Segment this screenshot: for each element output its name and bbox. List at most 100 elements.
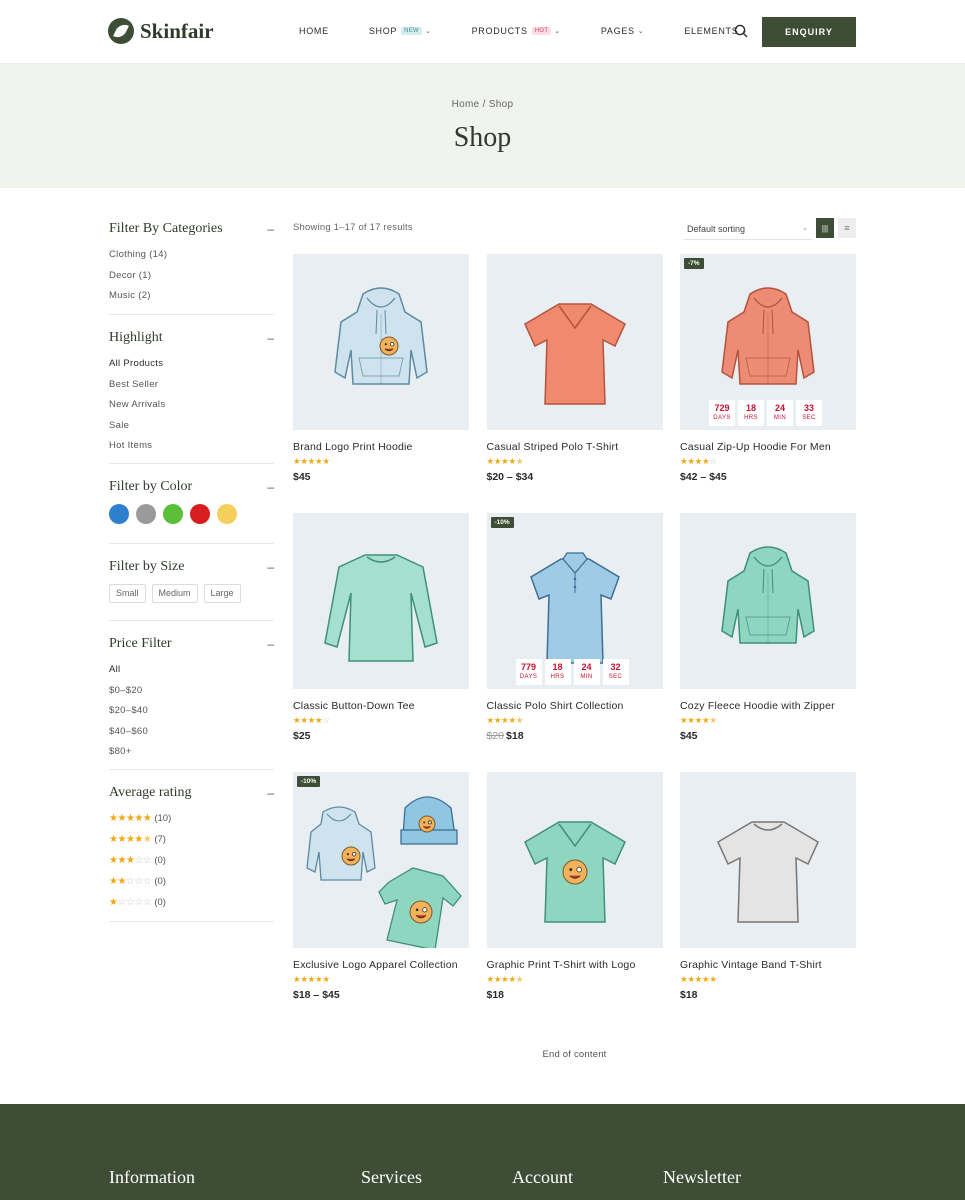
product-price: $20 $18 bbox=[487, 730, 663, 742]
collapse-icon[interactable]: – bbox=[267, 786, 274, 800]
rating-filter-row[interactable]: ★★☆☆☆ (0) bbox=[109, 871, 274, 892]
rating-filter-row[interactable]: ★★★★★ (7) bbox=[109, 829, 274, 850]
new-badge: NEW bbox=[401, 27, 423, 35]
price-link[interactable]: $80+ bbox=[109, 742, 274, 763]
product-card[interactable]: Casual Striped Polo T-Shirt ★★★★★ $20 – $3… bbox=[486, 254, 663, 513]
price-link[interactable]: All bbox=[109, 660, 274, 681]
product-card[interactable]: -7% 729 DAYS 18 HRS 24 MIN 33 SEC Casual Zip-Up H… bbox=[680, 254, 856, 513]
size-option[interactable]: Small bbox=[109, 584, 146, 603]
collapse-icon[interactable]: – bbox=[267, 331, 274, 345]
size-option[interactable]: Medium bbox=[151, 584, 198, 603]
rating-filter-row[interactable]: ★★★☆☆ (0) bbox=[109, 850, 274, 871]
countdown-label: DAYS bbox=[713, 415, 731, 421]
section-title: Filter by Size bbox=[109, 558, 185, 574]
current-price: $18 – $45 bbox=[293, 989, 340, 1001]
nav-item-shop[interactable]: SHOP NEW ⌄ bbox=[369, 26, 432, 36]
product-image-wrap[interactable] bbox=[486, 254, 663, 430]
highlight-link[interactable]: Hot Items bbox=[109, 436, 274, 457]
product-name[interactable]: Exclusive Logo Apparel Collection bbox=[293, 959, 469, 971]
logo[interactable]: Skinfair bbox=[108, 18, 214, 44]
star-rating-icon: ★★☆☆☆ bbox=[109, 876, 152, 887]
product-image-wrap[interactable] bbox=[293, 513, 469, 689]
sort-select[interactable]: Default sorting ⌄ bbox=[684, 218, 812, 240]
breadcrumb[interactable]: Home / Shop bbox=[0, 99, 965, 110]
old-price: $20 bbox=[486, 730, 505, 742]
highlight-link[interactable]: All Products bbox=[109, 354, 274, 375]
star-rating-icon: ★★★★★ bbox=[293, 456, 330, 466]
enquiry-button[interactable]: ENQUIRY bbox=[762, 17, 856, 47]
countdown-label: DAYS bbox=[519, 674, 538, 680]
color-swatch[interactable] bbox=[136, 504, 156, 524]
size-option[interactable]: Large bbox=[203, 584, 241, 603]
price-link[interactable]: $0–$20 bbox=[109, 681, 274, 702]
collapse-icon[interactable]: – bbox=[267, 222, 274, 236]
product-name[interactable]: Cozy Fleece Hoodie with Zipper bbox=[680, 700, 856, 712]
nav-item-home[interactable]: HOME bbox=[299, 26, 329, 36]
product-card[interactable]: -10% 779 DAYS 18 HRS 24 MIN 32 SEC Classic Polo S… bbox=[486, 513, 663, 772]
product-card[interactable]: -10% Exclusive Logo Apparel Collection ★★★… bbox=[293, 772, 469, 1031]
collapse-icon[interactable]: – bbox=[267, 560, 274, 574]
product-card[interactable]: Cozy Fleece Hoodie with Zipper ★★★★★ $45 bbox=[680, 513, 856, 772]
collapse-icon[interactable]: – bbox=[267, 480, 274, 494]
product-card[interactable]: Brand Logo Print Hoodie ★★★★★ $45 bbox=[293, 254, 469, 513]
product-name[interactable]: Casual Striped Polo T-Shirt bbox=[487, 441, 663, 453]
nav-label: PAGES bbox=[600, 26, 635, 36]
countdown-unit: 32 SEC bbox=[602, 659, 629, 685]
rating-filter-row[interactable]: ★★★★★ (10) bbox=[109, 808, 274, 829]
product-image-wrap[interactable] bbox=[486, 772, 663, 948]
product-price: $42 – $45 bbox=[680, 471, 856, 483]
nav-item-pages[interactable]: PAGES ⌄ bbox=[601, 26, 644, 36]
price-link[interactable]: $20–$40 bbox=[109, 701, 274, 722]
list-view-icon: ≡ bbox=[844, 223, 850, 233]
countdown-unit: 24 MIN bbox=[573, 659, 600, 685]
product-image-wrap[interactable]: -10% 779 DAYS 18 HRS 24 MIN 32 SEC bbox=[486, 513, 663, 689]
rating-filter-row[interactable]: ★☆☆☆☆ (0) bbox=[109, 892, 274, 913]
highlight-link[interactable]: Sale bbox=[109, 416, 274, 437]
highlight-link[interactable]: New Arrivals bbox=[109, 395, 274, 416]
countdown-value: 33 bbox=[803, 403, 814, 413]
product-name[interactable]: Classic Button-Down Tee bbox=[293, 700, 469, 712]
section-title: Filter by Color bbox=[109, 478, 193, 494]
category-link[interactable]: Decor (1) bbox=[109, 266, 274, 287]
category-link[interactable]: Clothing (14) bbox=[109, 245, 274, 266]
product-image-wrap[interactable] bbox=[680, 772, 856, 948]
highlight-link[interactable]: Best Seller bbox=[109, 375, 274, 396]
filter-size: Filter by Size – Small Medium Large bbox=[109, 544, 274, 621]
sort-value: Default sorting bbox=[687, 224, 746, 234]
countdown-label: HRS bbox=[744, 415, 758, 421]
search-icon[interactable] bbox=[734, 24, 748, 38]
collapse-icon[interactable]: – bbox=[267, 637, 274, 651]
brand-name: Skinfair bbox=[140, 18, 214, 43]
product-card[interactable]: Graphic Print T-Shirt with Logo ★★★★★ $18 bbox=[486, 772, 663, 1031]
product-name[interactable]: Brand Logo Print Hoodie bbox=[293, 441, 469, 453]
site-footer: Information Services Account Newsletter bbox=[0, 1104, 965, 1200]
product-image-wrap[interactable] bbox=[293, 254, 469, 430]
list-view-button[interactable]: ≡ bbox=[838, 218, 856, 238]
product-name[interactable]: Graphic Print T-Shirt with Logo bbox=[487, 959, 663, 971]
nav-item-products[interactable]: PRODUCTS HOT ⌄ bbox=[472, 26, 561, 36]
countdown-value: 18 bbox=[552, 662, 563, 672]
star-rating-icon: ★★★★★ bbox=[486, 974, 524, 984]
product-image bbox=[334, 287, 428, 385]
product-image-wrap[interactable] bbox=[680, 513, 856, 689]
price-link[interactable]: $40–$60 bbox=[109, 722, 274, 743]
current-price: $20 – $34 bbox=[486, 471, 534, 483]
product-card[interactable]: Classic Button-Down Tee ★★★★☆ $25 bbox=[293, 513, 469, 772]
countdown-timer: 779 DAYS 18 HRS 24 MIN 32 SEC bbox=[515, 659, 629, 685]
product-price: $45 bbox=[680, 730, 856, 742]
product-name[interactable]: Casual Zip-Up Hoodie For Men bbox=[680, 441, 856, 453]
product-name[interactable]: Classic Polo Shirt Collection bbox=[487, 700, 663, 712]
category-link[interactable]: Music (2) bbox=[109, 286, 274, 307]
grid-view-button[interactable]: ||| bbox=[816, 218, 834, 238]
star-rating-icon: ★☆☆☆☆ bbox=[109, 897, 152, 908]
color-swatch[interactable] bbox=[163, 504, 183, 524]
color-swatch[interactable] bbox=[190, 504, 210, 524]
product-image-wrap[interactable]: -10% bbox=[293, 772, 469, 948]
color-swatch[interactable] bbox=[109, 504, 129, 524]
nav-label: ELEMENTS bbox=[684, 26, 739, 36]
product-image-wrap[interactable]: -7% 729 DAYS 18 HRS 24 MIN 33 SEC bbox=[680, 254, 856, 430]
product-name[interactable]: Graphic Vintage Band T-Shirt bbox=[680, 959, 856, 971]
product-card[interactable]: Graphic Vintage Band T-Shirt ★★★★★ $18 bbox=[680, 772, 856, 1031]
color-swatch[interactable] bbox=[217, 504, 237, 524]
product-image bbox=[324, 554, 438, 662]
